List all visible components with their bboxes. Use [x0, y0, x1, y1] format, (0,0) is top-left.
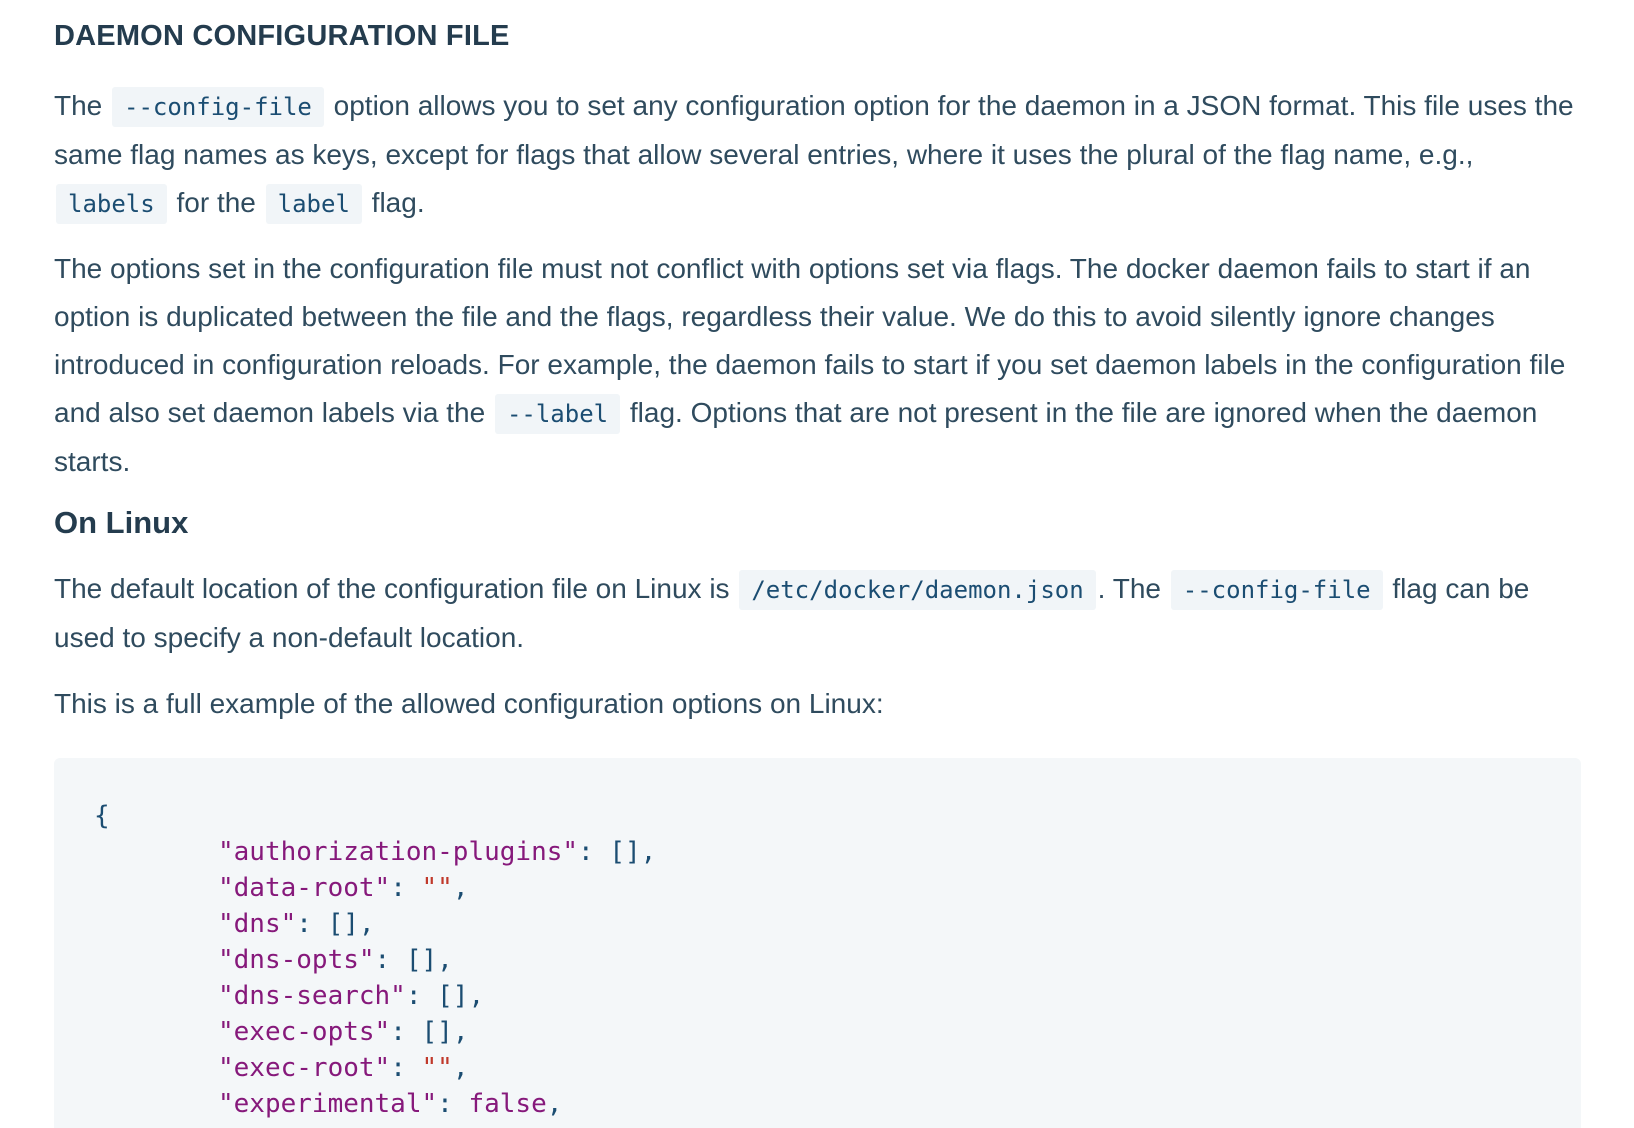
code-lines: "authorization-plugins": [], "data-root":… [94, 834, 1541, 1122]
json-comma: , [437, 945, 453, 975]
json-key: "dns-opts" [218, 945, 375, 975]
json-value: [] [421, 1017, 453, 1047]
code-line: "data-root": "", [94, 870, 1541, 906]
json-value: [] [609, 837, 641, 867]
code-line: "authorization-plugins": [], [94, 834, 1541, 870]
code-line-open-brace: { [94, 801, 110, 831]
json-value: [] [437, 981, 469, 1011]
conflict-paragraph: The options set in the configuration fil… [54, 245, 1580, 486]
json-value: [] [327, 909, 359, 939]
json-comma: , [358, 909, 375, 939]
inline-code: --config-file [112, 87, 324, 127]
json-comma: , [452, 1017, 469, 1047]
json-key: "dns" [218, 909, 297, 939]
json-separator: : [390, 873, 422, 903]
code-line: "dns": [], [94, 906, 1541, 942]
section-title: DAEMON CONFIGURATION FILE [54, 20, 510, 52]
json-separator: : [578, 837, 610, 867]
inline-code: --config-file [1170, 570, 1383, 610]
json-key: "dns-search" [218, 981, 406, 1011]
json-key: "experimental" [218, 1089, 438, 1119]
json-separator: : [296, 909, 328, 939]
json-separator: : [390, 1053, 422, 1083]
text: flag. [363, 187, 425, 218]
json-key: "exec-root" [218, 1053, 391, 1083]
json-comma: , [640, 837, 657, 867]
json-value: "" [421, 873, 453, 903]
json-key: "data-root" [218, 873, 391, 903]
json-comma: , [546, 1089, 563, 1119]
inline-code: label [265, 184, 362, 224]
text: for the [168, 187, 264, 218]
inline-code: /etc/docker/daemon.json [739, 570, 1096, 610]
text: . The [1097, 573, 1169, 604]
code-line: "dns-opts": [], [94, 942, 1541, 978]
json-comma: , [452, 873, 469, 903]
code-line: "experimental": false, [94, 1086, 1541, 1122]
text: The [54, 90, 111, 121]
json-separator: : [390, 1017, 422, 1047]
json-code-block: { "authorization-plugins": [], "data-root… [54, 758, 1581, 1128]
code-line: "exec-root": "", [94, 1050, 1541, 1086]
code-line: "exec-opts": [], [94, 1014, 1541, 1050]
json-value: [] [405, 945, 438, 975]
json-comma: , [452, 1053, 469, 1083]
config-file-intro-paragraph: The --config-file option allows you to s… [54, 82, 1580, 228]
json-separator: : [437, 1089, 469, 1119]
json-separator: : [405, 981, 438, 1011]
code-line: "dns-search": [], [94, 978, 1541, 1014]
example-intro-paragraph: This is a full example of the allowed co… [54, 688, 884, 719]
json-key: "exec-opts" [218, 1017, 391, 1047]
documentation-page: DAEMON CONFIGURATION FILE The --config-f… [0, 0, 1634, 1128]
json-value: false [468, 1089, 547, 1119]
inline-code: --label [494, 394, 621, 434]
json-comma: , [468, 981, 485, 1011]
json-value: "" [421, 1053, 453, 1083]
inline-code: labels [56, 184, 167, 224]
subsection-title: On Linux [54, 505, 189, 540]
json-key: "authorization-plugins" [218, 837, 579, 867]
json-separator: : [374, 945, 406, 975]
text: The default location of the configuratio… [54, 573, 738, 604]
default-location-paragraph: The default location of the configuratio… [54, 565, 1580, 662]
